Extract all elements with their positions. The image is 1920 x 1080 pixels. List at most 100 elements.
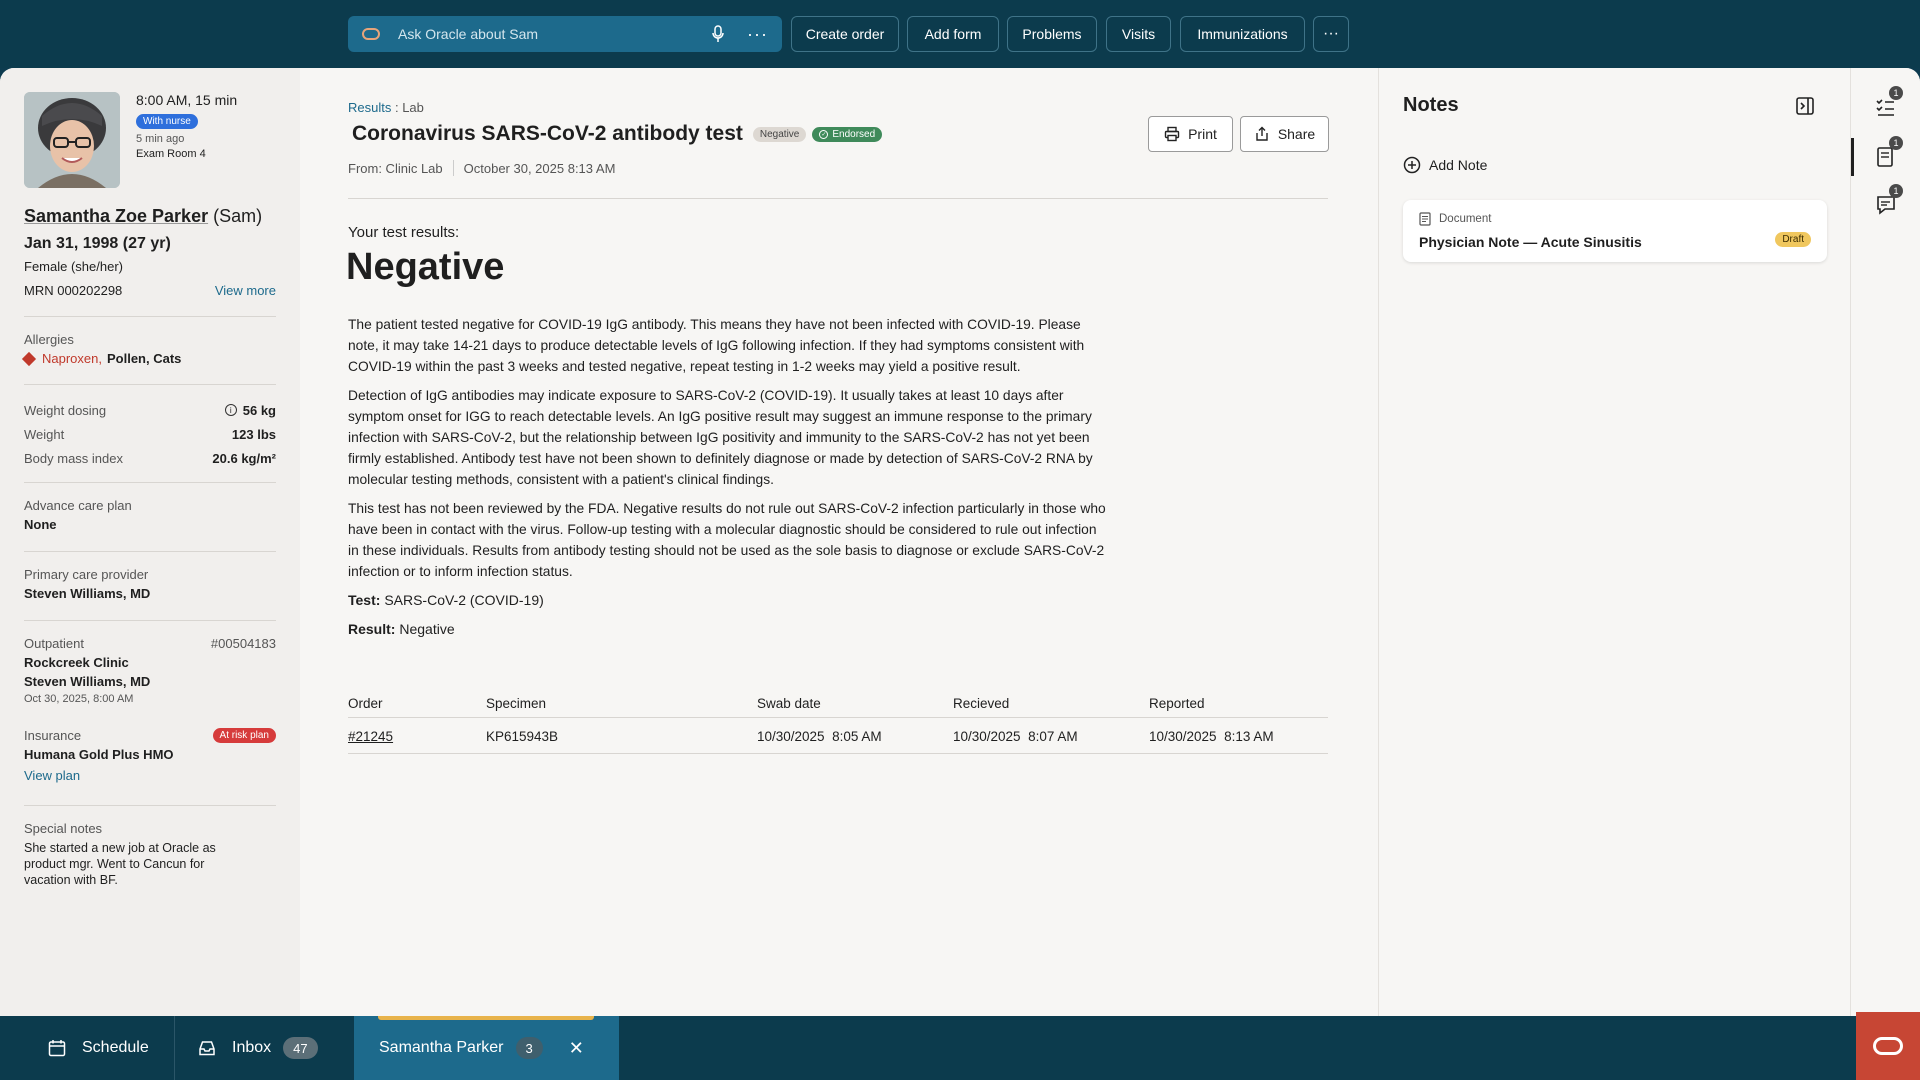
result-source: From: Clinic Lab October 30, 2025 8:13 A… bbox=[348, 160, 615, 176]
special-notes-section: Special notes She started a new job at O… bbox=[24, 821, 276, 888]
immunizations-button[interactable]: Immunizations bbox=[1180, 16, 1305, 52]
ask-oracle-input[interactable]: Ask Oracle about Sam ··· bbox=[348, 16, 782, 52]
allergy-other: Pollen, Cats bbox=[106, 351, 182, 366]
encounter-type: Outpatient bbox=[24, 636, 84, 651]
test-line: Test: SARS-CoV-2 (COVID-19) bbox=[348, 592, 544, 608]
patient-name[interactable]: Samantha Zoe Parker bbox=[24, 206, 208, 226]
rail-badge: 1 bbox=[1889, 136, 1903, 150]
collapse-panel-icon[interactable] bbox=[1795, 96, 1817, 118]
test-value: SARS-CoV-2 (COVID-19) bbox=[384, 592, 544, 608]
bmi-label: Body mass index bbox=[24, 450, 123, 466]
checked-in-ago: 5 min ago bbox=[136, 133, 185, 145]
rail-tasks-button[interactable]: 1 bbox=[1871, 86, 1903, 122]
appointment-info: 8:00 AM, 15 min With nurse 5 min ago Exa… bbox=[136, 92, 237, 160]
weight-value: 123 lbs bbox=[231, 426, 276, 442]
right-rail: 1 1 1 bbox=[1850, 68, 1920, 1016]
allergies-section: Allergies Naproxen, Pollen, Cats bbox=[21, 332, 276, 366]
result-paragraph-3: This test has not been reviewed by the F… bbox=[348, 501, 1106, 579]
advance-care-section: Advance care plan None bbox=[24, 498, 276, 532]
draft-badge: Draft bbox=[1775, 232, 1811, 247]
result-value: Negative bbox=[399, 621, 455, 637]
close-icon[interactable]: ✕ bbox=[569, 1038, 584, 1059]
pcp-section: Primary care provider Steven Williams, M… bbox=[24, 567, 276, 601]
view-more-link[interactable]: View more bbox=[215, 283, 276, 298]
order-number-link[interactable]: #21245 bbox=[348, 729, 393, 744]
received-value: 10/30/2025 8:07 AM bbox=[953, 729, 1078, 744]
patient-tab-count-badge: 3 bbox=[515, 1037, 543, 1059]
document-card[interactable]: Document Physician Note — Acute Sinusiti… bbox=[1403, 200, 1827, 262]
with-nurse-badge: With nurse bbox=[136, 114, 198, 129]
endorsed-pill: ✓ Endorsed bbox=[812, 126, 883, 142]
ask-oracle-placeholder: Ask Oracle about Sam bbox=[398, 26, 539, 42]
patient-tab-label: Samantha Parker bbox=[379, 1039, 504, 1056]
tab-schedule[interactable]: Schedule bbox=[48, 1016, 149, 1080]
specimen-value: KP615943B bbox=[486, 729, 559, 744]
rail-messages-button[interactable]: 1 bbox=[1871, 184, 1903, 220]
patient-mrn: MRN 000202298 bbox=[24, 282, 123, 298]
tab-inbox[interactable]: Inbox 47 bbox=[198, 1016, 318, 1080]
share-icon bbox=[1256, 126, 1268, 141]
allergies-label: Allergies bbox=[24, 332, 74, 347]
notes-panel: Notes Add Note Document Physician Note —… bbox=[1378, 68, 1850, 1016]
divider bbox=[24, 316, 276, 317]
appointment-time: 8:00 AM, 15 min bbox=[136, 92, 238, 108]
col-order: Order bbox=[348, 696, 383, 711]
weight-label: Weight bbox=[24, 426, 65, 442]
patient-avatar bbox=[24, 92, 120, 188]
acp-value: None bbox=[24, 517, 57, 532]
breadcrumb: Results : Lab bbox=[348, 100, 424, 115]
inbox-count-badge: 47 bbox=[283, 1037, 318, 1059]
patient-gender: Female (she/her) bbox=[24, 259, 123, 274]
patient-sidebar: 8:00 AM, 15 min With nurse 5 min ago Exa… bbox=[0, 68, 300, 1016]
encounter-clinic: Rockcreek Clinic bbox=[24, 655, 129, 670]
rail-badge: 1 bbox=[1889, 184, 1903, 198]
breadcrumb-rest: : Lab bbox=[391, 100, 424, 115]
insurance-label: Insurance bbox=[24, 728, 82, 743]
oracle-logo-icon bbox=[362, 28, 380, 40]
print-button[interactable]: Print bbox=[1148, 116, 1233, 152]
view-plan-link[interactable]: View plan bbox=[24, 768, 276, 783]
oracle-assistant-button[interactable] bbox=[1856, 1012, 1920, 1080]
weight-dosing-label: Weight dosing bbox=[24, 402, 107, 418]
add-circle-icon bbox=[1403, 156, 1421, 174]
encounter-section: Outpatient #00504183 Rockcreek Clinic St… bbox=[24, 636, 276, 705]
pcp-label: Primary care provider bbox=[24, 567, 149, 582]
rail-notes-button[interactable]: 1 bbox=[1871, 136, 1903, 172]
divider bbox=[24, 805, 276, 806]
separator bbox=[452, 160, 454, 176]
inbox-label: Inbox bbox=[232, 1039, 272, 1056]
acp-label: Advance care plan bbox=[24, 498, 132, 513]
create-order-button[interactable]: Create order bbox=[791, 16, 899, 52]
divider bbox=[24, 482, 276, 483]
share-label: Share bbox=[1277, 126, 1316, 142]
table-row: #21245 KP615943B 10/30/2025 8:05 AM 10/3… bbox=[348, 718, 1328, 754]
test-label: Test: bbox=[348, 592, 381, 608]
results-breadcrumb-link[interactable]: Results bbox=[348, 100, 391, 115]
endorsed-label: Endorsed bbox=[832, 128, 876, 140]
encounter-date: Oct 30, 2025, 8:00 AM bbox=[24, 693, 134, 705]
result-from: From: Clinic Lab bbox=[348, 160, 443, 176]
insurance-value: Humana Gold Plus HMO bbox=[24, 747, 174, 762]
add-note-button[interactable]: Add Note bbox=[1403, 156, 1487, 174]
tab-patient-samantha[interactable]: Samantha Parker 3 ✕ bbox=[354, 1016, 619, 1080]
ask-more-icon[interactable]: ··· bbox=[747, 24, 768, 45]
rail-badge: 1 bbox=[1889, 86, 1903, 100]
add-form-button[interactable]: Add form bbox=[907, 16, 999, 52]
encounter-provider: Steven Williams, MD bbox=[24, 674, 151, 689]
microphone-icon[interactable] bbox=[707, 23, 729, 45]
weight-dosing-value: 56 kg bbox=[242, 402, 276, 418]
patient-dob: Jan 31, 1998 (27 yr) bbox=[24, 235, 171, 252]
divider bbox=[24, 384, 276, 385]
problems-button[interactable]: Problems bbox=[1007, 16, 1097, 52]
toolbar-overflow-button[interactable]: ··· bbox=[1313, 16, 1349, 52]
top-bar: Ask Oracle about Sam ··· Create order Ad… bbox=[0, 0, 1920, 68]
bottom-bar: Schedule Inbox 47 Samantha Parker 3 ✕ bbox=[0, 1016, 1920, 1080]
result-paragraph-1: The patient tested negative for COVID-19… bbox=[348, 317, 1085, 374]
share-button[interactable]: Share bbox=[1240, 116, 1329, 152]
oracle-logo-icon bbox=[1873, 1037, 1903, 1055]
visits-button[interactable]: Visits bbox=[1106, 16, 1171, 52]
info-icon[interactable]: i bbox=[224, 404, 237, 416]
divider bbox=[24, 551, 276, 552]
divider bbox=[348, 198, 1328, 199]
document-name: Physician Note — Acute Sinusitis bbox=[1419, 234, 1642, 250]
